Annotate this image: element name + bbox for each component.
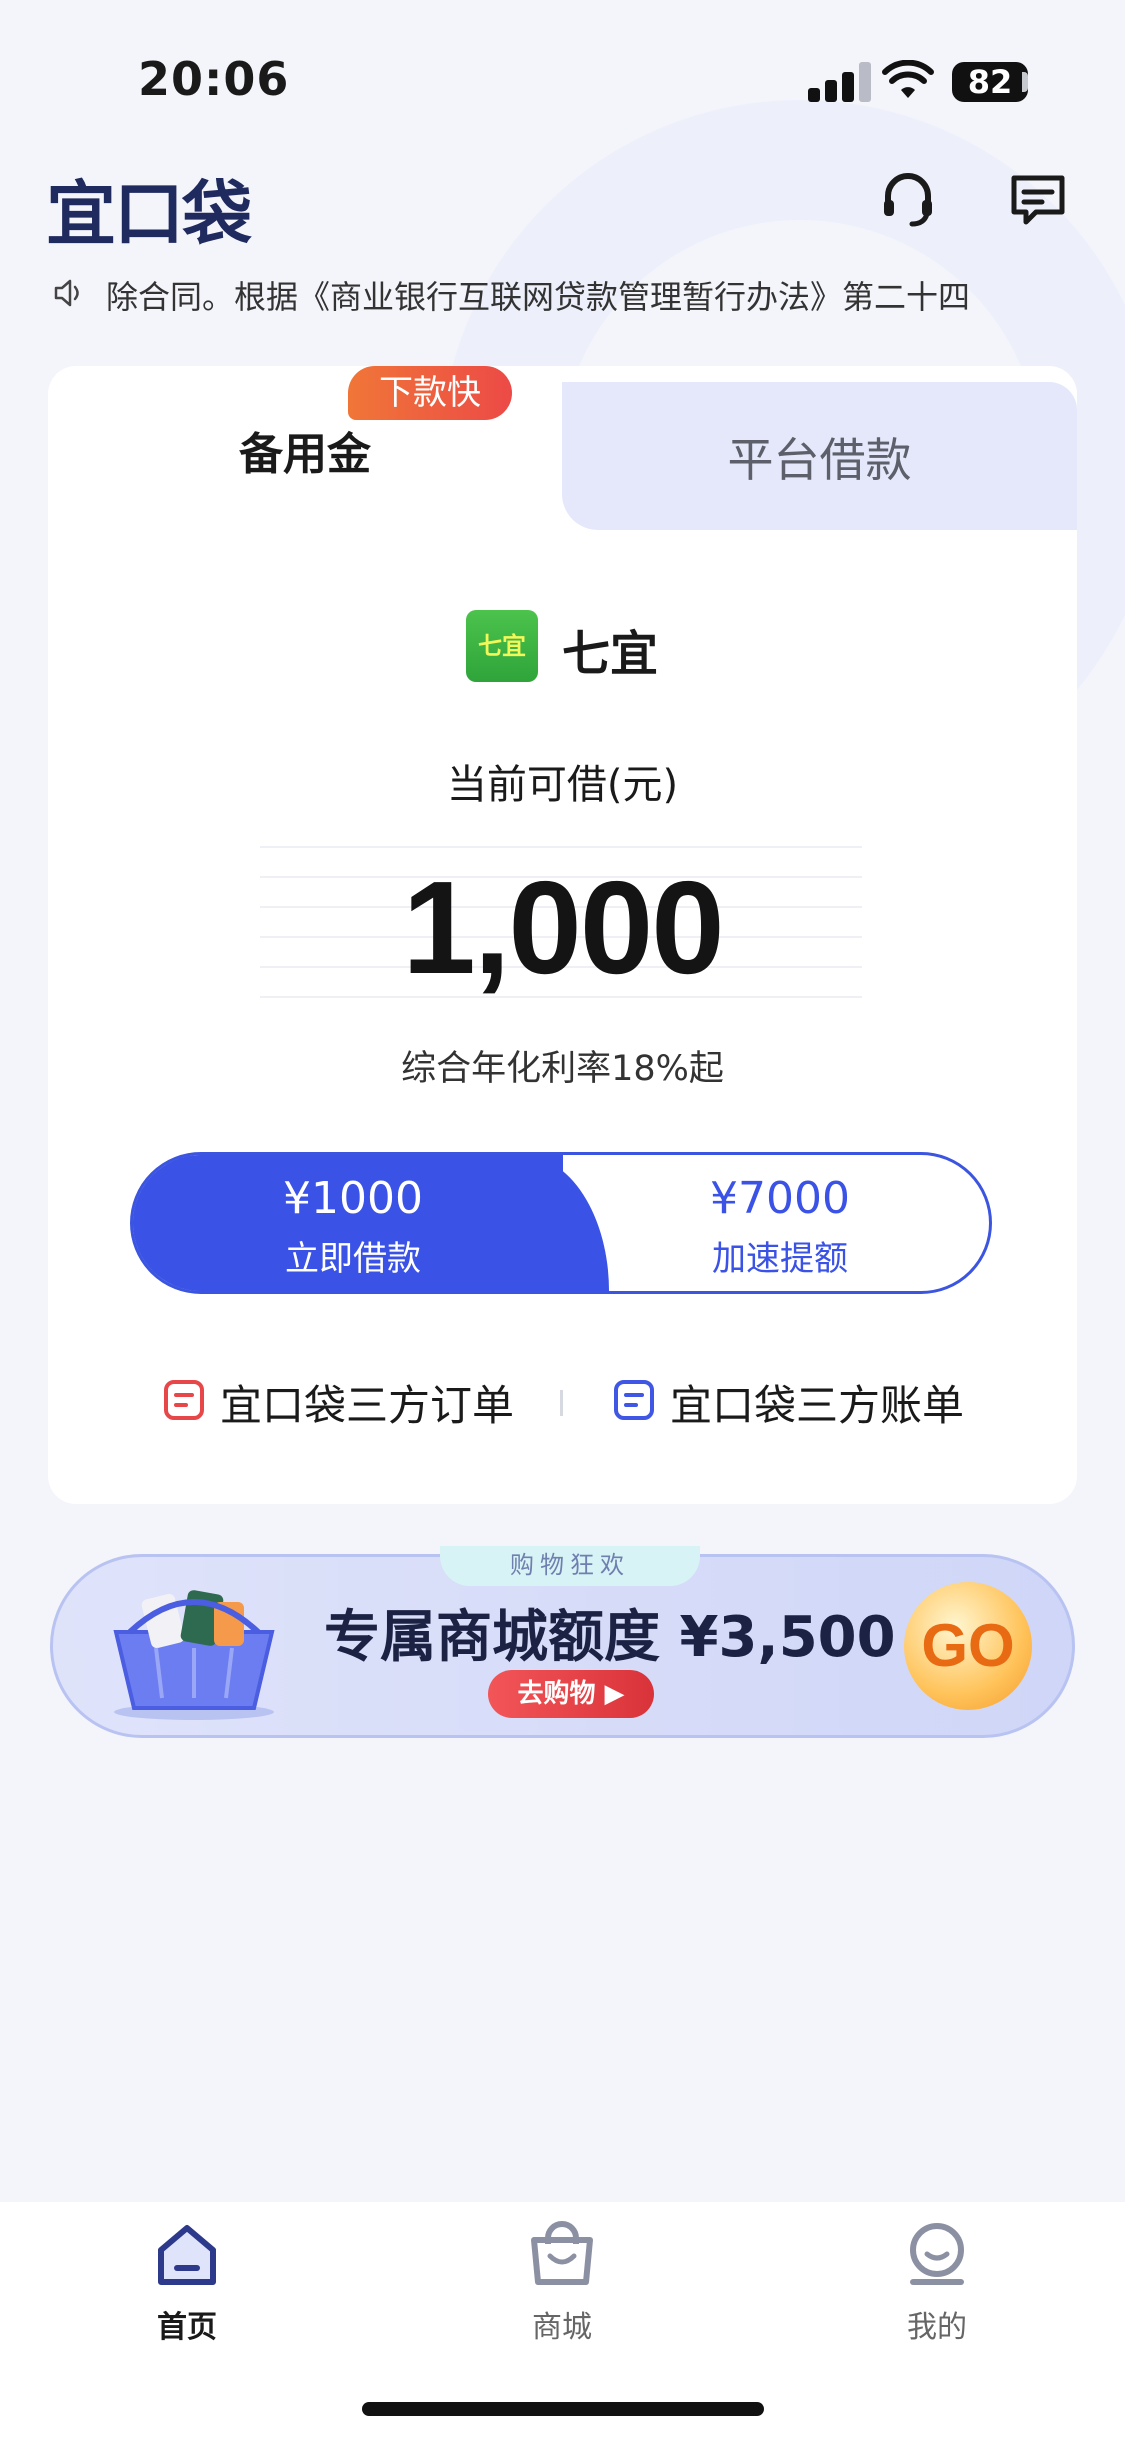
tab-platform-loan[interactable]: 平台借款 bbox=[562, 382, 1077, 530]
go-button[interactable]: GO bbox=[904, 1582, 1032, 1710]
tab-mall[interactable]: 商城 bbox=[482, 2302, 642, 2346]
banner-tag: 购物狂欢 bbox=[440, 1546, 700, 1586]
banner-title: 专属商城额度 ¥3,500 bbox=[324, 1605, 896, 1670]
wifi-icon bbox=[882, 60, 934, 98]
tab-reserve-fund[interactable]: 备用金 bbox=[48, 418, 562, 482]
third-party-bills-link[interactable]: 宜口袋三方账单 bbox=[670, 1372, 964, 1433]
bill-icon bbox=[614, 1380, 654, 1420]
cellular-signal-icon bbox=[808, 62, 872, 102]
order-icon bbox=[164, 1380, 204, 1420]
tab-platform-loan-label: 平台借款 bbox=[727, 433, 912, 487]
notice-marquee[interactable]: 除合同。根据《商业银行互联网贷款管理暂行办法》第二十四 bbox=[52, 268, 1072, 320]
shopping-bag-icon[interactable] bbox=[482, 2220, 642, 2286]
headset-icon[interactable] bbox=[876, 168, 940, 232]
available-amount: 1,000 bbox=[402, 854, 724, 1001]
partner-name: 七宜 bbox=[562, 626, 659, 682]
app-logo: 宜口袋 bbox=[46, 173, 252, 255]
shopping-basket-icon bbox=[113, 1590, 275, 1720]
tab-home[interactable]: 首页 bbox=[107, 2302, 267, 2346]
go-shopping-button[interactable]: 去购物 ▶ bbox=[488, 1670, 654, 1718]
increase-limit-amount[interactable]: ¥7000 bbox=[565, 1173, 989, 1224]
battery-cap bbox=[1022, 72, 1028, 92]
annual-rate: 综合年化利率18%起 bbox=[401, 1049, 724, 1089]
battery-icon: 82 bbox=[952, 62, 1028, 102]
message-icon[interactable] bbox=[1006, 168, 1070, 232]
fast-payout-badge: 下款快 bbox=[348, 366, 512, 420]
home-indicator bbox=[362, 2402, 764, 2416]
home-icon[interactable] bbox=[107, 2220, 267, 2286]
speaker-icon bbox=[54, 279, 79, 307]
borrow-now-label: 立即借款 bbox=[285, 1239, 421, 1279]
profile-icon[interactable] bbox=[857, 2220, 1017, 2286]
increase-limit-label[interactable]: 加速提额 bbox=[565, 1231, 989, 1280]
third-party-orders-link[interactable]: 宜口袋三方订单 bbox=[220, 1372, 514, 1433]
loan-action-group: ¥1000 立即借款 ¥7000 加速提额 bbox=[130, 1152, 992, 1294]
partner-logo: 七宜 bbox=[466, 610, 538, 682]
borrow-amount: ¥1000 bbox=[283, 1173, 423, 1224]
available-amount-label: 当前可借(元) bbox=[446, 762, 679, 808]
status-time: 20:06 bbox=[138, 52, 290, 106]
links-divider bbox=[560, 1390, 563, 1416]
tab-mine[interactable]: 我的 bbox=[857, 2302, 1017, 2346]
notice-text: 除合同。根据《商业银行互联网贷款管理暂行办法》第二十四 bbox=[106, 278, 971, 316]
